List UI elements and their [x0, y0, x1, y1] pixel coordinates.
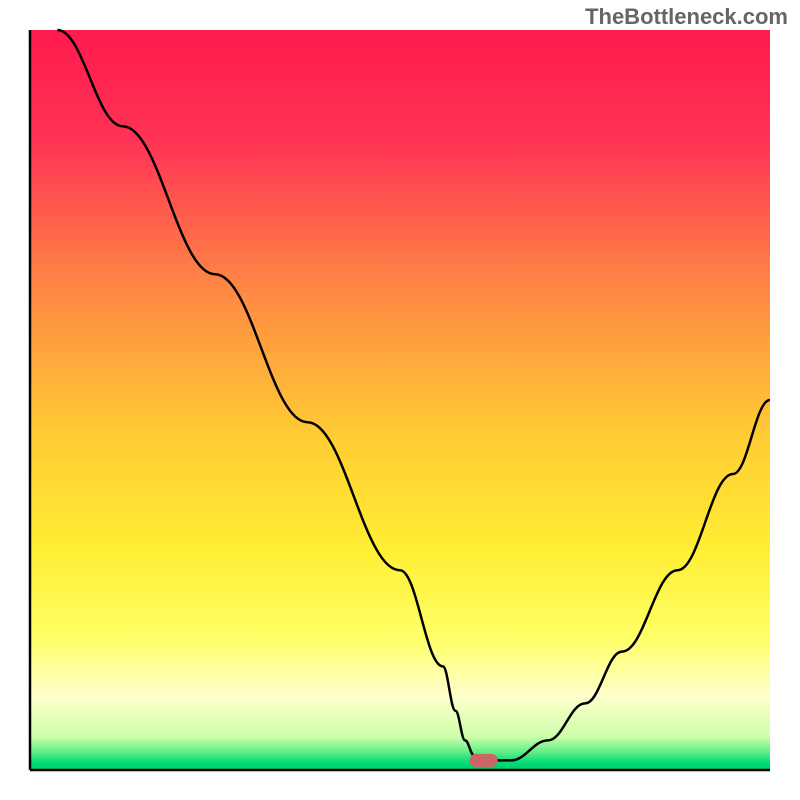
bottleneck-chart: [0, 0, 800, 800]
watermark-text: TheBottleneck.com: [585, 4, 788, 30]
optimal-marker: [470, 754, 498, 767]
chart-container: TheBottleneck.com: [0, 0, 800, 800]
